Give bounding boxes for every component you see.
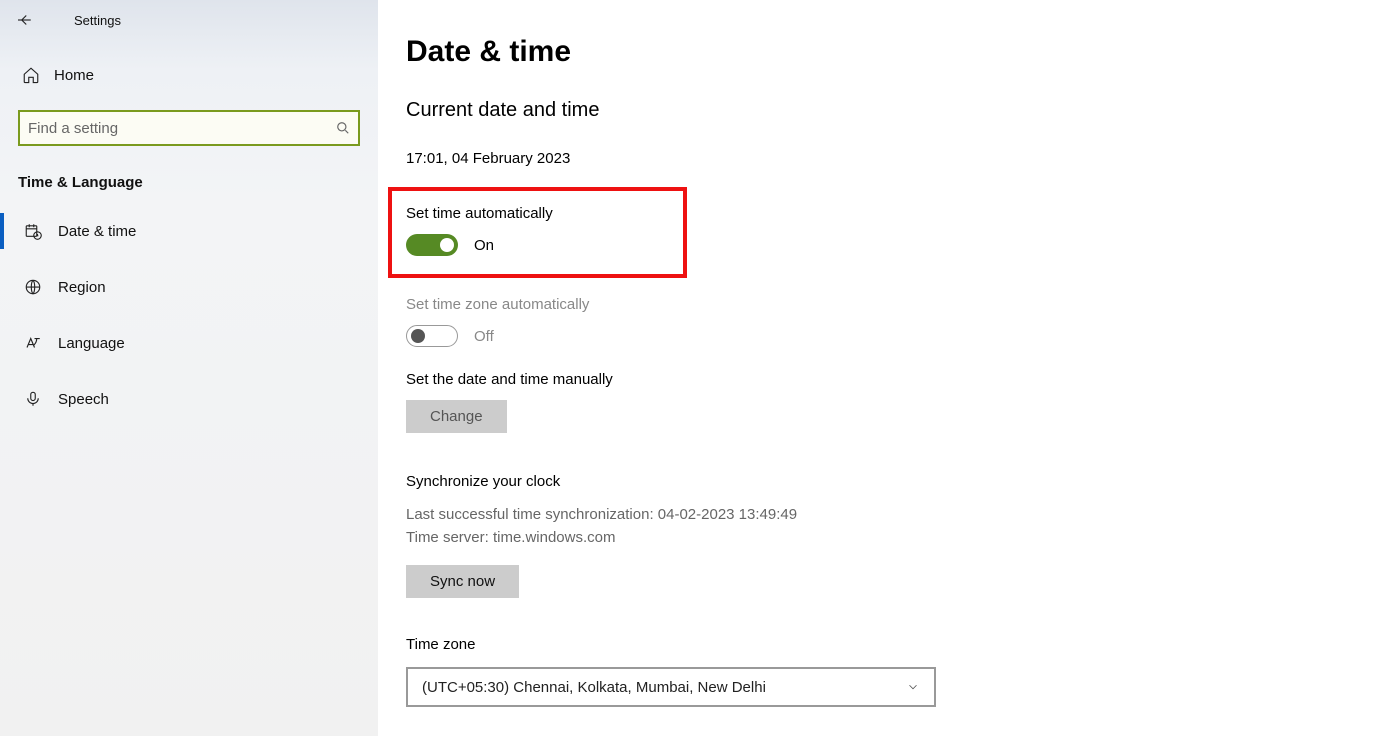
sync-server: Time server: time.windows.com — [406, 527, 1381, 550]
nav-item-speech[interactable]: Speech — [0, 371, 378, 427]
search-box[interactable] — [18, 110, 360, 146]
sync-last: Last successful time synchronization: 04… — [406, 504, 1381, 527]
language-icon — [22, 334, 44, 352]
timezone-label: Time zone — [406, 636, 1381, 653]
auto-tz-state: Off — [474, 328, 494, 345]
auto-time-state: On — [474, 237, 494, 254]
category-heading: Time & Language — [18, 174, 360, 191]
page-title: Date & time — [406, 35, 1381, 69]
arrow-left-icon — [15, 11, 33, 29]
search-input[interactable] — [28, 120, 336, 137]
back-button[interactable] — [8, 4, 40, 36]
app-title: Settings — [74, 13, 121, 28]
timezone-select[interactable]: (UTC+05:30) Chennai, Kolkata, Mumbai, Ne… — [406, 667, 936, 707]
nav-item-language[interactable]: Language — [0, 315, 378, 371]
highlight-annotation: Set time automatically On — [388, 187, 687, 278]
sidebar: Settings Home Time & Language Date & tim… — [0, 0, 378, 736]
change-button: Change — [406, 400, 507, 433]
nav-item-label: Speech — [58, 391, 109, 408]
manual-datetime-label: Set the date and time manually — [406, 371, 1381, 388]
main-content: Date & time Current date and time 17:01,… — [378, 0, 1381, 736]
sync-clock-heading: Synchronize your clock — [406, 473, 1381, 490]
current-datetime-heading: Current date and time — [406, 99, 1381, 122]
current-datetime-value: 17:01, 04 February 2023 — [406, 150, 1381, 167]
settings-app: Settings Home Time & Language Date & tim… — [0, 0, 1381, 736]
sidebar-header: Settings — [0, 0, 378, 40]
auto-time-toggle[interactable] — [406, 234, 458, 256]
nav-item-date-time[interactable]: Date & time — [0, 203, 378, 259]
nav-item-label: Language — [58, 335, 125, 352]
sync-info: Last successful time synchronization: 04… — [406, 504, 1381, 549]
nav-item-label: Date & time — [58, 223, 136, 240]
home-link[interactable]: Home — [0, 58, 378, 92]
auto-tz-label: Set time zone automatically — [406, 296, 1381, 313]
sync-now-button[interactable]: Sync now — [406, 565, 519, 598]
auto-time-label: Set time automatically — [406, 205, 553, 222]
calendar-clock-icon — [22, 222, 44, 240]
chevron-down-icon — [906, 680, 920, 694]
auto-tz-toggle — [406, 325, 458, 347]
nav-item-region[interactable]: Region — [0, 259, 378, 315]
globe-icon — [22, 278, 44, 296]
timezone-value: (UTC+05:30) Chennai, Kolkata, Mumbai, Ne… — [422, 679, 766, 696]
microphone-icon — [22, 390, 44, 408]
search-icon — [336, 121, 350, 135]
home-label: Home — [54, 67, 94, 84]
home-icon — [20, 66, 42, 84]
nav-item-label: Region — [58, 279, 106, 296]
